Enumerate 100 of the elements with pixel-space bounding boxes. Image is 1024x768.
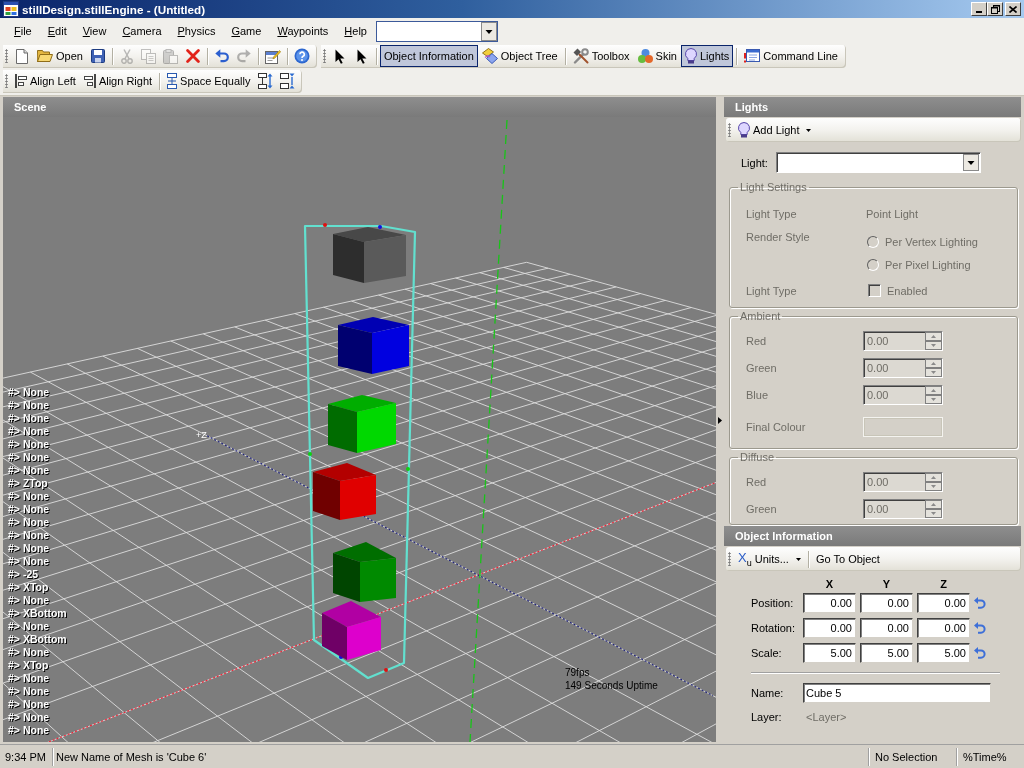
cube[interactable] <box>338 317 409 374</box>
grip-icon[interactable] <box>5 49 8 63</box>
number-field[interactable]: 5.00 <box>917 642 970 663</box>
number-field[interactable]: 5.00 <box>803 642 856 663</box>
restore-button[interactable] <box>987 2 1003 16</box>
new-document-icon <box>16 48 28 64</box>
align-left-button[interactable]: Align Left <box>11 70 80 92</box>
dropdown-button[interactable]: Add Light <box>734 119 816 141</box>
setting-label: Blue <box>746 388 770 401</box>
hammer-wrench-icon <box>572 48 589 64</box>
status-text: New Name of Mesh is 'Cube 6' <box>53 747 869 766</box>
setting-label: Red <box>746 334 768 347</box>
log-line: #> -25 <box>8 568 39 581</box>
menu-item[interactable]: Edit <box>39 22 75 40</box>
command-line-button[interactable]: Command Line <box>740 45 842 67</box>
reset-icon[interactable] <box>974 596 986 609</box>
grip-icon[interactable] <box>322 49 326 63</box>
menu-item[interactable]: Physics <box>169 22 224 40</box>
toolbar-button[interactable]: Object Information <box>379 45 478 67</box>
column-header: X <box>824 578 835 590</box>
minimize-button[interactable] <box>971 2 987 16</box>
setting-label: Light Type <box>746 284 798 297</box>
copy-icon <box>141 48 157 64</box>
log-line: #> XBottom <box>8 607 67 620</box>
log-line: #> None <box>8 646 50 659</box>
scissors-icon <box>120 48 133 64</box>
grip-icon[interactable] <box>728 123 731 137</box>
minimize-icon <box>976 11 982 13</box>
group-title: Diffuse <box>739 451 776 464</box>
object-tree-button[interactable]: Object Tree <box>477 45 562 67</box>
menu-item[interactable]: Help <box>336 22 375 40</box>
toolbar-button[interactable]: Go To Object <box>811 548 884 570</box>
field-label: Position: <box>751 596 795 609</box>
dropdown-button[interactable]: X$_{u}$ Units... <box>734 548 805 570</box>
reset-icon[interactable] <box>974 621 986 634</box>
grip-icon[interactable] <box>5 74 8 88</box>
setting-label: Render Style <box>746 231 811 243</box>
log-line: #> None <box>8 399 50 412</box>
status-text: 9:34 PM <box>3 747 53 766</box>
menu-item[interactable]: File <box>6 22 40 40</box>
help-icon <box>293 48 310 64</box>
log-line: #> None <box>8 503 50 516</box>
number-field[interactable]: 5.00 <box>860 642 913 663</box>
number-field[interactable]: 0.00 <box>803 592 856 613</box>
log-line: #> ZTop <box>8 477 48 490</box>
log-line: #> None <box>8 438 50 451</box>
spheres-icon <box>637 49 653 63</box>
cube[interactable] <box>333 227 406 283</box>
log-line: #> None <box>8 451 50 464</box>
light-bulb-icon <box>738 122 750 138</box>
grip-icon[interactable] <box>728 552 731 566</box>
setting-label: Green <box>746 361 778 374</box>
field-label: Layer: <box>751 711 783 723</box>
panel-header: Lights <box>724 97 1021 117</box>
splitter-arrow-icon[interactable] <box>718 416 722 424</box>
align-right-icon <box>83 74 96 88</box>
log-line: #> None <box>8 464 50 477</box>
redo-icon <box>236 49 251 63</box>
number-field[interactable]: 0.00 <box>917 617 970 638</box>
cursor-arrow-icon <box>356 48 367 64</box>
window-pencil-icon <box>264 48 281 64</box>
axis-label: +Z <box>196 430 207 441</box>
space-equally-icon <box>167 73 178 89</box>
log-line: #> None <box>8 386 50 399</box>
number-field[interactable]: 0.00 <box>917 592 970 613</box>
number-field[interactable]: 0.00 <box>860 617 913 638</box>
space-equally-button[interactable]: Space Equally <box>163 70 255 92</box>
menu-item[interactable]: Camera <box>114 22 170 40</box>
align-left-icon <box>15 74 27 88</box>
skin-button[interactable]: Skin <box>633 45 681 67</box>
x-mark-icon <box>185 49 200 63</box>
layer-value: <Layer> <box>805 711 847 723</box>
menu-item[interactable]: Game <box>223 22 270 40</box>
scene-viewport[interactable] <box>3 117 716 742</box>
log-line: #> XTop <box>8 659 49 672</box>
reset-icon[interactable] <box>974 646 986 659</box>
number-field[interactable]: 0.00 <box>803 617 856 638</box>
cube[interactable] <box>322 601 381 660</box>
menu-item[interactable]: View <box>74 22 115 40</box>
lights-button[interactable]: Lights <box>681 45 734 67</box>
cube[interactable] <box>328 395 396 453</box>
cursor-arrow-icon <box>334 48 345 64</box>
light-bulb-icon <box>685 48 697 64</box>
folder-icon <box>37 50 53 62</box>
combo-field[interactable] <box>376 20 498 42</box>
caret-icon <box>806 128 812 132</box>
align-right-button[interactable]: Align Right <box>79 70 157 92</box>
close-button[interactable] <box>1005 2 1021 16</box>
cube[interactable] <box>313 463 376 520</box>
log-line: #> None <box>8 672 50 685</box>
name-field[interactable]: Cube 5 <box>803 683 991 703</box>
panel-header: Object Information <box>724 526 1021 546</box>
menu-item[interactable]: Waypoints <box>269 22 337 40</box>
light-combo-field[interactable] <box>775 152 981 173</box>
toolbox-button[interactable]: Toolbox <box>568 45 634 67</box>
status-text: No Selection <box>869 747 957 766</box>
open-button[interactable]: Open <box>33 45 87 67</box>
diamonds-icon <box>481 48 498 64</box>
number-field[interactable]: 0.00 <box>860 592 913 613</box>
log-line: #> None <box>8 412 50 425</box>
